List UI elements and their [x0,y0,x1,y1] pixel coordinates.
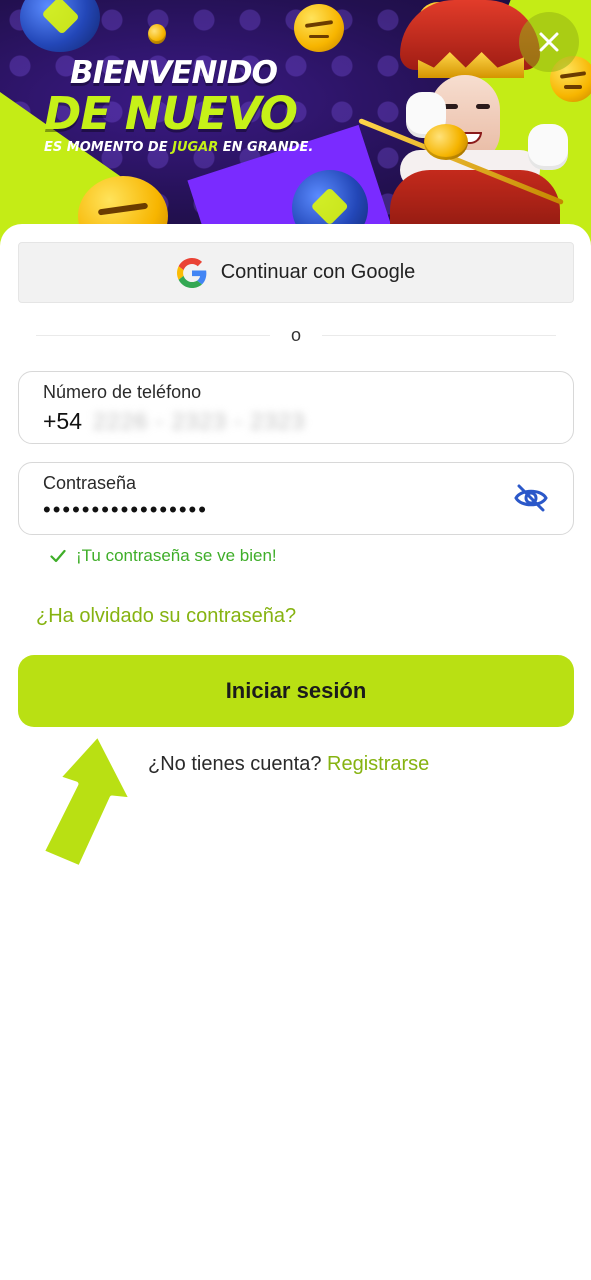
register-prompt: ¿No tienes cuenta? Registrarse [148,753,429,776]
divider-line-right [322,335,556,336]
eye-slash-icon [514,484,548,512]
phone-country-prefix: +54 [43,408,83,434]
login-button[interactable]: Iniciar sesión [18,655,574,727]
password-field[interactable]: Contraseña ••••••••••••••••• [18,462,574,535]
password-field-label: Contraseña [43,473,137,493]
toggle-password-visibility-button[interactable] [512,481,550,515]
emoji-coin-icon [294,4,344,52]
google-signin-label: Continuar con Google [220,261,416,283]
register-link[interactable]: Registrarse [327,753,429,775]
welcome-title: BIENVENIDO DE NUEVO ES MOMENTO DE JUGAR … [44,55,344,155]
register-prompt-text: ¿No tienes cuenta? [148,753,322,775]
welcome-title-line1: BIENVENIDO [70,55,278,91]
check-icon [50,549,66,563]
phone-field-label: Número de teléfono [43,382,202,402]
phone-number-value[interactable]: 2226 - 2323 - 2323 [93,408,305,435]
password-value[interactable]: ••••••••••••••••• [43,497,208,523]
close-button[interactable] [519,12,579,72]
divider-text: o [290,325,301,345]
welcome-subtitle: ES MOMENTO DE JUGAR EN GRANDE. [44,140,314,155]
login-screen: BIENVENIDO DE NUEVO ES MOMENTO DE JUGAR … [0,0,591,1280]
gold-coin-icon [148,24,166,44]
close-icon [539,32,559,52]
google-signin-button[interactable]: Continuar con Google [18,242,574,303]
password-strength-hint: ¡Tu contraseña se ve bien! [50,546,277,566]
divider-line-left [36,335,270,336]
google-logo-icon [176,257,207,288]
forgot-password-link[interactable]: ¿Ha olvidado su contraseña? [36,605,296,628]
phone-field[interactable]: Número de teléfono +54 2226 - 2323 - 232… [18,371,574,444]
welcome-title-line2: DE NUEVO [44,87,298,140]
password-hint-text: ¡Tu contraseña se ve bien! [76,546,277,565]
pointer-arrow-icon [39,731,135,871]
welcome-banner: BIENVENIDO DE NUEVO ES MOMENTO DE JUGAR … [0,0,591,250]
